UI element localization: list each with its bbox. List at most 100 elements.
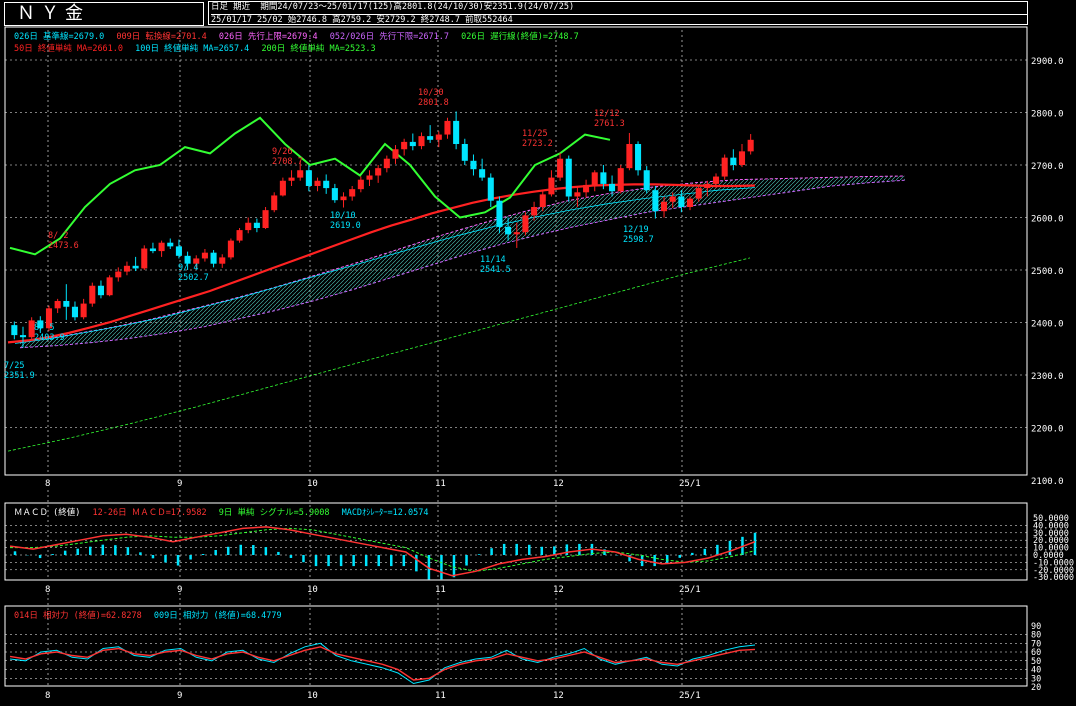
candle-body: [271, 195, 278, 211]
candle-body: [548, 177, 555, 195]
annotation-price: 2403.9: [34, 333, 65, 343]
x-tick-label: 10: [307, 691, 318, 701]
price-tick-label: 2600.0: [1031, 215, 1064, 225]
annotation-date: 8/ 5: [34, 323, 54, 333]
candle-body: [435, 134, 442, 140]
candle-body: [461, 144, 468, 161]
candle-body: [236, 230, 243, 241]
price-tick-label: 2500.0: [1031, 267, 1064, 277]
candle-body: [600, 172, 607, 184]
annotation-date: 8/ 2: [48, 231, 68, 241]
candle-body: [643, 170, 650, 191]
span-a-line: [19, 175, 906, 343]
candle-body: [201, 252, 208, 259]
candle-body: [427, 136, 434, 140]
ichimoku-cloud: [20, 176, 905, 348]
annotation-price: 2761.3: [594, 119, 625, 129]
annotation-price: 2619.0: [330, 221, 361, 231]
candle-body: [89, 285, 96, 304]
candle-body: [574, 192, 581, 197]
x-tick-label: 11: [435, 585, 446, 595]
annotation-date: 10/30: [418, 88, 444, 98]
x-tick-label: 9: [177, 479, 182, 489]
annotation-price: 2708.7: [272, 157, 303, 167]
candle-body: [245, 222, 252, 231]
candle-body: [279, 180, 286, 196]
x-tick-label: 8: [45, 691, 50, 701]
annotation-date: 11/25: [522, 129, 548, 139]
annotation-date: 10/10: [330, 211, 356, 221]
candle-body: [444, 120, 451, 135]
annotation-date: 7/25: [4, 361, 24, 371]
candle-body: [453, 120, 460, 144]
x-tick-label: 25/1: [679, 479, 701, 489]
candle-body: [357, 179, 364, 190]
annotation-price: 2598.7: [623, 235, 654, 245]
candle-body: [513, 232, 520, 235]
candle-body: [253, 222, 260, 228]
candle-body: [557, 158, 564, 178]
annotation-date: 12/19: [623, 225, 649, 235]
x-tick-label: 12: [553, 585, 564, 595]
candle-body: [678, 196, 685, 207]
rsi-tick-label: 20: [1031, 683, 1041, 693]
candle-body: [652, 190, 659, 212]
candle-body: [401, 141, 408, 150]
ma200-line: [7, 257, 751, 452]
candle-body: [704, 183, 711, 189]
price-tick-label: 2900.0: [1031, 57, 1064, 67]
candle-body: [123, 265, 130, 272]
candle-body: [609, 183, 616, 192]
candle-body: [565, 158, 572, 197]
x-tick-label: 11: [435, 479, 446, 489]
candle-body: [141, 248, 148, 269]
candle-body: [366, 175, 373, 180]
annotation-price: 2502.7: [178, 273, 209, 283]
candle-body: [262, 210, 269, 228]
candle-body: [149, 248, 156, 252]
candle-body: [470, 160, 477, 170]
candle-body: [323, 180, 330, 189]
candle-body: [175, 246, 182, 256]
annotation-date: 9/ 4: [178, 263, 198, 273]
candle-body: [383, 158, 390, 169]
annotation-price: 2541.5: [480, 265, 511, 275]
x-tick-label: 9: [177, 585, 182, 595]
price-tick-label: 2800.0: [1031, 110, 1064, 120]
candle-body: [314, 180, 321, 186]
annotation-price: 2351.9: [4, 371, 35, 381]
candle-body: [531, 207, 538, 216]
candle-body: [340, 196, 347, 201]
x-tick-label: 9: [177, 691, 182, 701]
candle-body: [635, 144, 642, 171]
price-tick-label: 2700.0: [1031, 162, 1064, 172]
rsi-panel-frame: [4, 605, 1028, 687]
candle-body: [583, 184, 590, 193]
candle-body: [375, 168, 382, 176]
candle-body: [661, 201, 668, 212]
candle-body: [617, 168, 624, 192]
candle-body: [19, 335, 27, 338]
candle-body: [297, 170, 304, 178]
candle-body: [158, 242, 165, 252]
price-tick-label: 2100.0: [1031, 477, 1064, 487]
annotation-price: 2723.2: [522, 139, 553, 149]
price-tick-label: 2300.0: [1031, 372, 1064, 382]
candle-body: [97, 285, 104, 296]
candle-body: [505, 226, 512, 235]
candle-body: [349, 189, 356, 197]
candle-body: [747, 139, 754, 152]
annotation-date: 12/12: [594, 109, 620, 119]
chart-svg: 2900.0 2800.0 2700.0 2600.0 2500.0 2400.0 2300…: [4, 26, 1074, 701]
candle-body: [63, 300, 70, 307]
candle-body: [626, 144, 633, 169]
candle-body: [712, 176, 720, 184]
x-tick-label: 10: [307, 479, 318, 489]
candle-body: [730, 157, 737, 165]
candle-body: [539, 194, 546, 207]
x-tick-label: 12: [553, 479, 564, 489]
annotation-date: 9/26: [272, 147, 292, 157]
candle-body: [210, 252, 217, 264]
macd-tick-label: -30.0000: [1033, 573, 1074, 583]
candle-body: [496, 200, 503, 227]
